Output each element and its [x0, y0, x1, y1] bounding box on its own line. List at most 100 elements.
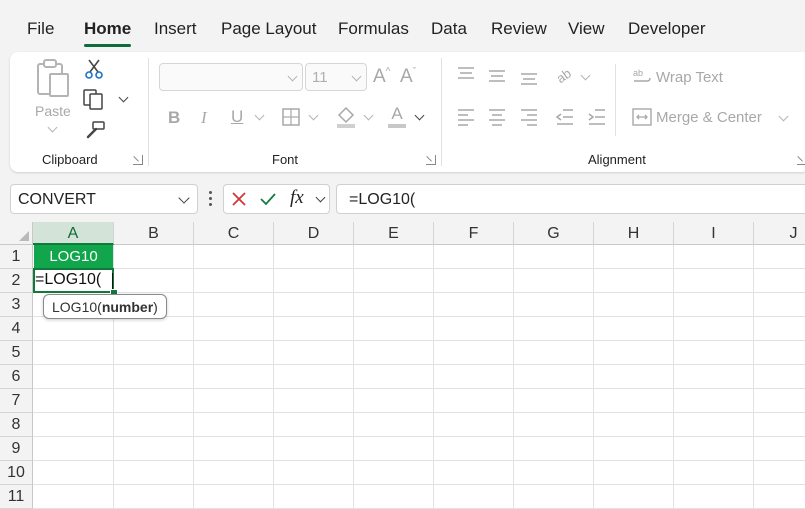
font-group-label: Font — [272, 152, 299, 167]
bold-icon[interactable]: B — [168, 108, 180, 128]
fill-color-icon[interactable] — [335, 105, 357, 129]
tab-data[interactable]: Data — [431, 19, 467, 39]
row-header-7[interactable]: 7 — [0, 389, 33, 413]
function-tooltip[interactable]: LOG10(number) — [43, 294, 167, 319]
cell-a1[interactable]: LOG10 — [34, 245, 113, 268]
enter-check-icon[interactable] — [259, 191, 277, 207]
row-header-10[interactable]: 10 — [0, 461, 33, 485]
column-header-b[interactable]: B — [114, 222, 194, 245]
tooltip-close-paren: ) — [153, 299, 158, 315]
orientation-dropdown-chevron-icon[interactable] — [580, 70, 591, 81]
chevron-down-icon — [178, 192, 190, 204]
name-box-value: CONVERT — [18, 191, 96, 208]
gridline — [273, 245, 274, 509]
font-name-select[interactable] — [159, 63, 303, 91]
orientation-icon[interactable]: ab — [554, 65, 576, 85]
align-left-icon[interactable] — [456, 108, 476, 126]
row-header-11[interactable]: 11 — [0, 485, 33, 509]
font-color-icon[interactable]: A — [387, 104, 407, 128]
name-box[interactable]: CONVERT — [10, 184, 198, 214]
cell-a2-editing[interactable]: =LOG10( — [33, 268, 114, 293]
merge-dropdown-chevron-icon[interactable] — [778, 111, 789, 122]
copy-icon[interactable] — [82, 88, 106, 110]
tab-page-layout[interactable]: Page Layout — [221, 19, 316, 39]
column-header-a[interactable]: A — [33, 222, 114, 245]
align-right-icon[interactable] — [519, 108, 539, 126]
alignment-launcher-icon[interactable] — [797, 155, 805, 165]
wrap-text-icon: ab — [633, 68, 651, 82]
align-center-icon[interactable] — [487, 108, 507, 126]
row-header-6[interactable]: 6 — [0, 365, 33, 389]
tooltip-function[interactable]: LOG10( — [52, 299, 102, 315]
gridline — [33, 436, 805, 437]
borders-icon[interactable] — [281, 107, 301, 127]
format-painter-icon[interactable] — [84, 120, 106, 140]
gridline — [513, 245, 514, 509]
tab-home[interactable]: Home — [84, 19, 131, 39]
font-launcher-icon[interactable] — [426, 155, 436, 165]
column-header-i[interactable]: I — [674, 222, 754, 245]
italic-icon[interactable]: I — [201, 108, 207, 128]
align-top-icon[interactable] — [456, 66, 476, 82]
gridline — [193, 245, 194, 509]
tab-developer[interactable]: Developer — [628, 19, 706, 39]
chevron-down-icon — [351, 71, 362, 82]
tab-insert[interactable]: Insert — [154, 19, 197, 39]
more-options-icon[interactable] — [209, 191, 212, 207]
cut-icon[interactable] — [84, 58, 104, 80]
tab-file[interactable]: File — [27, 19, 54, 39]
column-header-f[interactable]: F — [434, 222, 514, 245]
svg-text:ab: ab — [554, 66, 574, 85]
paste-icon — [37, 59, 69, 97]
function-dropdown-chevron-icon[interactable] — [315, 192, 326, 203]
row-header-3[interactable]: 3 — [0, 293, 33, 317]
column-header-e[interactable]: E — [354, 222, 434, 245]
formula-input[interactable]: =LOG10( — [336, 184, 805, 214]
paste-button[interactable]: Paste — [32, 58, 74, 133]
font-size-select[interactable]: 11 — [305, 63, 367, 91]
decrease-indent-icon[interactable] — [555, 108, 575, 126]
tab-formulas[interactable]: Formulas — [338, 19, 409, 39]
tab-review[interactable]: Review — [491, 19, 547, 39]
row-header-1[interactable]: 1 — [0, 245, 33, 269]
tooltip-argument[interactable]: number — [102, 299, 153, 315]
worksheet-grid: A B C D E F G H I J 1 2 3 4 5 6 7 8 9 10… — [0, 222, 805, 509]
decrease-font-icon[interactable]: Aˇ — [400, 66, 416, 88]
merge-center-button[interactable]: Merge & Center — [656, 109, 762, 126]
row-header-9[interactable]: 9 — [0, 437, 33, 461]
row-header-8[interactable]: 8 — [0, 413, 33, 437]
align-bottom-icon[interactable] — [519, 70, 539, 86]
row-header-5[interactable]: 5 — [0, 341, 33, 365]
paste-dropdown-chevron-icon[interactable] — [47, 122, 58, 133]
increase-indent-icon[interactable] — [587, 108, 607, 126]
underline-icon[interactable]: U — [231, 107, 243, 127]
column-header-d[interactable]: D — [274, 222, 354, 245]
gridline — [673, 245, 674, 509]
group-divider — [615, 64, 616, 136]
formula-actions: fx — [223, 184, 330, 214]
font-color-dropdown-chevron-icon[interactable] — [414, 110, 425, 121]
cancel-icon[interactable] — [231, 191, 247, 207]
row-header-4[interactable]: 4 — [0, 317, 33, 341]
column-header-h[interactable]: H — [594, 222, 674, 245]
column-header-g[interactable]: G — [514, 222, 594, 245]
align-middle-icon[interactable] — [487, 68, 507, 84]
insert-function-icon[interactable]: fx — [290, 187, 304, 209]
column-header-c[interactable]: C — [194, 222, 274, 245]
gridline — [33, 292, 805, 293]
increase-font-icon[interactable]: A^ — [373, 66, 390, 88]
font-size-value: 11 — [312, 69, 328, 86]
copy-dropdown-chevron-icon[interactable] — [118, 92, 129, 103]
wrap-text-button[interactable]: Wrap Text — [656, 69, 723, 86]
borders-dropdown-chevron-icon[interactable] — [308, 110, 319, 121]
underline-dropdown-chevron-icon[interactable] — [254, 110, 265, 121]
column-header-j[interactable]: J — [754, 222, 805, 245]
alignment-group-label: Alignment — [588, 152, 646, 167]
clipboard-launcher-icon[interactable] — [133, 155, 143, 165]
row-header-2[interactable]: 2 — [0, 269, 33, 293]
gridline — [593, 245, 594, 509]
tab-view[interactable]: View — [568, 19, 605, 39]
select-all-corner[interactable] — [0, 222, 33, 245]
gridline — [33, 484, 805, 485]
fill-dropdown-chevron-icon[interactable] — [363, 110, 374, 121]
